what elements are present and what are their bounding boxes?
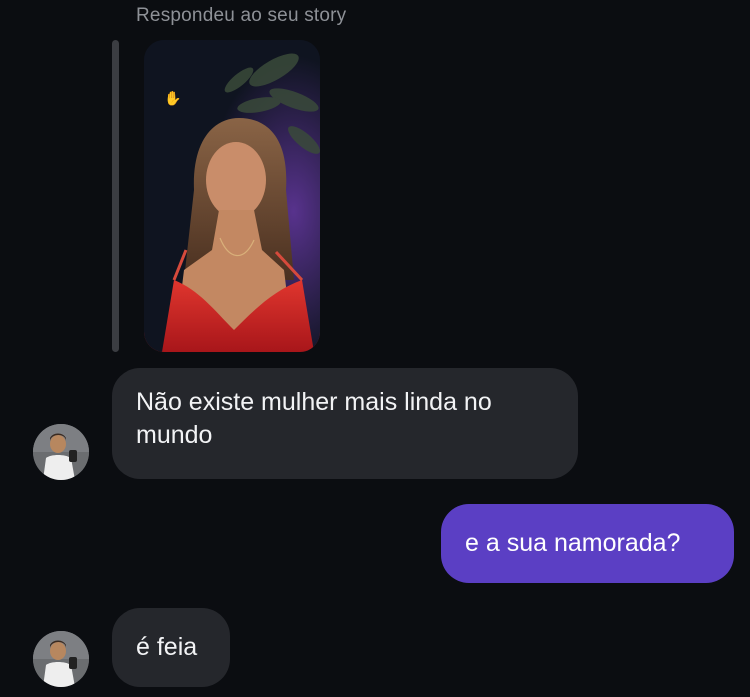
message-text: e a sua namorada? <box>465 529 681 557</box>
story-thumbnail[interactable]: ✋ <box>144 40 320 352</box>
avatar-photo-icon <box>33 631 89 687</box>
incoming-message-bubble[interactable]: Não existe mulher mais linda no mundo <box>112 368 578 479</box>
heart-hands-sticker-icon: ✋ <box>164 90 182 106</box>
story-reply-label: Respondeu ao seu story <box>136 5 347 26</box>
avatar-photo-icon <box>33 424 89 480</box>
reply-quote-bar <box>112 40 119 352</box>
outgoing-message-bubble[interactable]: e a sua namorada? <box>441 504 734 583</box>
story-photo-icon <box>144 40 320 352</box>
incoming-message-bubble[interactable]: é feia <box>112 608 230 687</box>
message-text: é feia <box>136 633 198 661</box>
avatar[interactable] <box>33 631 89 687</box>
chat-thread: Respondeu ao seu story ✋ Não existe mulh… <box>0 0 750 697</box>
message-text: Não existe mulher mais linda no mundo <box>136 388 492 449</box>
avatar[interactable] <box>33 424 89 480</box>
